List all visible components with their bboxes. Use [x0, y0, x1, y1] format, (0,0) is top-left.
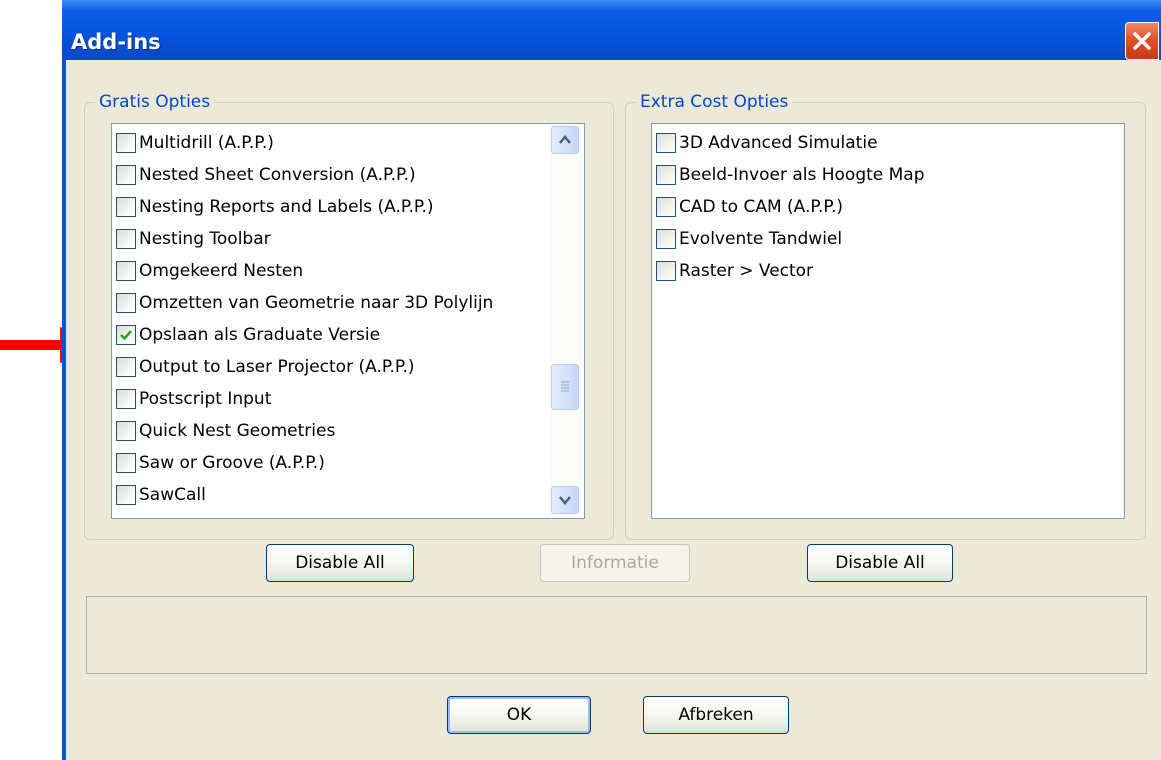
- checkbox[interactable]: [656, 196, 676, 217]
- dialog-client-area: Gratis Opties Multidrill (A.P.P.) Nested…: [66, 60, 1161, 760]
- extra-option-item-label: Beeld-Invoer als Hoogte Map: [679, 164, 925, 185]
- extra-option-item[interactable]: CAD to CAM (A.P.P.): [656, 191, 843, 222]
- extra-option-item-label: Raster > Vector: [679, 260, 814, 281]
- checkbox-checked[interactable]: [116, 324, 136, 345]
- extra-cost-options-list[interactable]: 3D Advanced Simulatie Beeld-Invoer als Ho…: [651, 123, 1125, 519]
- free-option-item[interactable]: Multidrill (A.P.P.): [116, 127, 274, 158]
- checkbox[interactable]: [116, 132, 136, 153]
- disable-all-free-button[interactable]: Disable All: [266, 544, 414, 582]
- extra-cost-options-group: Extra Cost Opties 3D Advanced Simulatie B…: [625, 92, 1146, 540]
- free-option-item-label: Postscript Input: [139, 388, 272, 409]
- free-option-item[interactable]: Nested Sheet Conversion (A.P.P.): [116, 159, 416, 190]
- free-option-item-label: Quick Nest Geometries: [139, 420, 336, 441]
- disable-all-extra-button[interactable]: Disable All: [807, 544, 953, 582]
- close-button[interactable]: [1125, 22, 1159, 60]
- free-option-item-label: SawCall: [139, 484, 206, 505]
- checkbox[interactable]: [116, 292, 136, 313]
- free-option-item[interactable]: Nesting Toolbar: [116, 223, 271, 254]
- free-option-item-label: Nesting Toolbar: [139, 228, 271, 249]
- information-panel: [86, 596, 1147, 674]
- free-option-item-label: Opslaan als Graduate Versie: [139, 324, 381, 345]
- dialog-title: Add-ins: [71, 30, 161, 54]
- free-option-item-label: Nested Sheet Conversion (A.P.P.): [139, 164, 416, 185]
- extra-option-item[interactable]: Evolvente Tandwiel: [656, 223, 842, 254]
- informatie-button[interactable]: Informatie: [540, 544, 690, 582]
- extra-option-item[interactable]: 3D Advanced Simulatie: [656, 127, 878, 158]
- checkbox[interactable]: [116, 484, 136, 505]
- ok-button[interactable]: OK: [447, 696, 591, 734]
- free-option-item[interactable]: SawCall: [116, 479, 206, 510]
- close-icon: [1133, 32, 1151, 50]
- checkbox[interactable]: [116, 388, 136, 409]
- chevron-up-icon: [559, 135, 571, 144]
- free-option-item[interactable]: Omgekeerd Nesten: [116, 255, 303, 286]
- free-option-item[interactable]: Opslaan als Graduate Versie: [116, 319, 380, 350]
- extra-option-item[interactable]: Beeld-Invoer als Hoogte Map: [656, 159, 925, 190]
- free-option-item[interactable]: Omzetten van Geometrie naar 3D Polylijn: [116, 287, 493, 318]
- grip-icon: [561, 381, 569, 392]
- extra-option-item-label: CAD to CAM (A.P.P.): [679, 196, 844, 217]
- free-options-legend: Gratis Opties: [95, 92, 215, 112]
- checkbox[interactable]: [656, 260, 676, 281]
- checkmark-icon: [120, 329, 132, 340]
- free-options-list[interactable]: Multidrill (A.P.P.) Nested Sheet Conversi…: [111, 123, 585, 519]
- free-option-item[interactable]: Saw or Groove (A.P.P.): [116, 447, 325, 478]
- checkbox[interactable]: [116, 164, 136, 185]
- free-list-scrollbar[interactable]: [550, 124, 582, 516]
- checkbox[interactable]: [656, 228, 676, 249]
- checkbox[interactable]: [656, 132, 676, 153]
- free-option-item-label: Nesting Reports and Labels (A.P.P.): [139, 196, 434, 217]
- extra-option-item[interactable]: Raster > Vector: [656, 255, 813, 286]
- chevron-down-icon: [559, 496, 571, 505]
- free-option-item-label: Output to Laser Projector (A.P.P.): [139, 356, 415, 377]
- checkbox[interactable]: [116, 196, 136, 217]
- checkbox[interactable]: [656, 164, 676, 185]
- free-option-item-label: Omzetten van Geometrie naar 3D Polylijn: [139, 292, 494, 313]
- free-option-item-label: Omgekeerd Nesten: [139, 260, 304, 281]
- scroll-up-button[interactable]: [551, 126, 579, 154]
- scroll-thumb[interactable]: [551, 364, 579, 410]
- extra-option-item-label: Evolvente Tandwiel: [679, 228, 843, 249]
- free-option-item[interactable]: Quick Nest Geometries: [116, 415, 335, 446]
- free-option-item-label: Multidrill (A.P.P.): [139, 132, 274, 153]
- extra-cost-options-legend: Extra Cost Opties: [636, 92, 793, 112]
- checkbox[interactable]: [116, 420, 136, 441]
- checkbox[interactable]: [116, 452, 136, 473]
- checkbox[interactable]: [116, 356, 136, 377]
- extra-option-item-label: 3D Advanced Simulatie: [679, 132, 878, 153]
- checkbox[interactable]: [116, 228, 136, 249]
- title-bar: Add-ins: [62, 0, 1161, 60]
- free-option-item[interactable]: Output to Laser Projector (A.P.P.): [116, 351, 415, 382]
- free-option-item[interactable]: Postscript Input: [116, 383, 271, 414]
- free-option-item[interactable]: Nesting Reports and Labels (A.P.P.): [116, 191, 434, 222]
- checkbox[interactable]: [116, 260, 136, 281]
- scroll-down-button[interactable]: [551, 486, 579, 514]
- free-options-group: Gratis Opties Multidrill (A.P.P.) Nested…: [84, 92, 614, 540]
- cancel-button[interactable]: Afbreken: [643, 696, 789, 734]
- free-option-item-label: Saw or Groove (A.P.P.): [139, 452, 325, 473]
- add-ins-dialog: Add-ins Gratis Opties Multidrill (A.P.P.…: [62, 0, 1161, 760]
